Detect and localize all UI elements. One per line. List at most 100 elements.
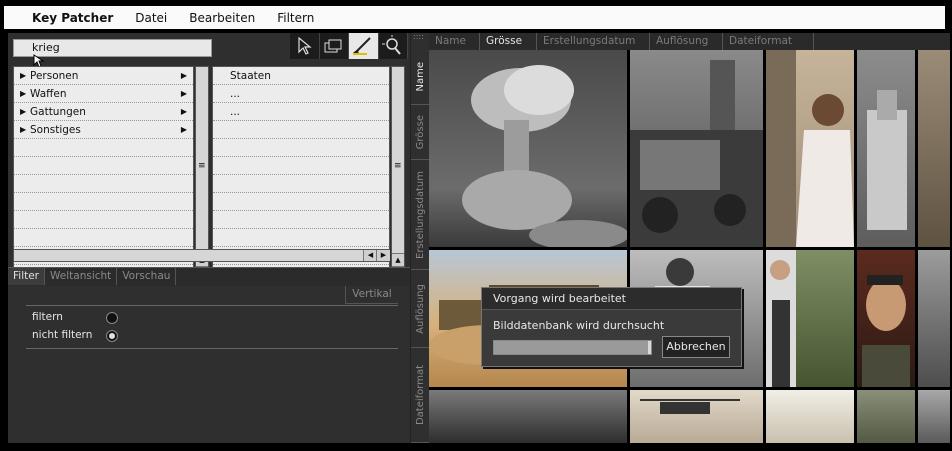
no-filter-radio[interactable] bbox=[106, 330, 118, 342]
image-thumbnail[interactable] bbox=[429, 50, 627, 247]
category-item[interactable]: ▶ Gattungen ▶ bbox=[14, 103, 193, 121]
list-item[interactable]: ... bbox=[213, 103, 389, 121]
side-tab-label: Auflösung bbox=[415, 283, 426, 334]
list-item[interactable]: Staaten bbox=[213, 67, 389, 85]
left-panel: krieg ▶ Personen ▶ ▶ Waffen ▶ ▶ Gattungen ▶ ▶ S… bbox=[8, 33, 410, 443]
image-thumbnail[interactable] bbox=[766, 50, 854, 247]
image-thumbnail[interactable] bbox=[630, 50, 763, 247]
soldiers-ranks-photo bbox=[766, 250, 796, 387]
image-thumbnail[interactable] bbox=[918, 50, 950, 247]
category-label: Sonstiges bbox=[30, 123, 81, 136]
stack-icon bbox=[324, 39, 342, 53]
side-tab-label: Erstellungsdatum bbox=[415, 170, 426, 259]
empty-row bbox=[213, 175, 389, 193]
image-thumbnail[interactable] bbox=[766, 390, 854, 443]
category-item[interactable]: ▶ Personen ▶ bbox=[14, 67, 193, 85]
subcategory-scrollbar[interactable]: ≡ ▲ ▼ bbox=[391, 66, 405, 280]
subcategory-list: Staaten ... ... bbox=[212, 66, 390, 280]
menu-datei[interactable]: Datei bbox=[135, 11, 167, 25]
dialog-title: Vorgang wird bearbeitet bbox=[482, 288, 741, 310]
tab-weltansicht[interactable]: Weltansicht bbox=[45, 268, 118, 285]
jeep-soldiers-photo bbox=[630, 60, 763, 247]
arrow-right-icon: ▶ bbox=[180, 125, 187, 134]
image-thumbnail[interactable] bbox=[630, 390, 763, 443]
expand-triangle-icon: ▶ bbox=[20, 125, 27, 134]
missile-photo bbox=[867, 90, 907, 230]
image-thumbnail[interactable] bbox=[857, 390, 915, 443]
column-name[interactable]: Name bbox=[429, 33, 480, 50]
child-photo bbox=[766, 50, 854, 247]
expand-triangle-icon: ▶ bbox=[20, 107, 27, 116]
menu-bearbeiten[interactable]: Bearbeiten bbox=[189, 11, 255, 25]
side-tab-dateiformat[interactable]: Dateiformat bbox=[411, 348, 430, 443]
category-item[interactable]: ▶ Sonstiges ▶ bbox=[14, 121, 193, 139]
tab-vorschau[interactable]: Vorschau bbox=[117, 268, 177, 285]
progress-fill bbox=[494, 341, 648, 354]
horizontal-scrollbar[interactable]: ◀ ▶ bbox=[13, 249, 390, 262]
expand-triangle-icon: ▶ bbox=[20, 71, 27, 80]
image-thumbnail[interactable] bbox=[766, 250, 854, 387]
no-filter-option-label: nicht filtern bbox=[32, 329, 93, 341]
column-dateiformat[interactable]: Dateiformat bbox=[723, 33, 814, 50]
image-thumbnail[interactable] bbox=[918, 390, 950, 443]
image-thumbnail[interactable] bbox=[857, 50, 915, 247]
side-tab-aufloesung[interactable]: Auflösung bbox=[411, 270, 430, 348]
side-tab-label: Dateiformat bbox=[415, 364, 426, 426]
toolbox bbox=[290, 33, 408, 59]
empty-row bbox=[14, 211, 193, 229]
side-tab-name[interactable]: Name bbox=[411, 50, 430, 105]
app-name: Key Patcher bbox=[32, 10, 114, 25]
progress-bar bbox=[493, 340, 652, 355]
menu-filtern[interactable]: Filtern bbox=[277, 11, 314, 25]
arrow-right-icon: ▶ bbox=[180, 71, 187, 80]
empty-row bbox=[14, 157, 193, 175]
pointer-tool-button[interactable] bbox=[290, 33, 320, 59]
empty-row bbox=[14, 139, 193, 157]
brush-tool-button[interactable] bbox=[349, 33, 379, 59]
orientation-toggle[interactable]: Vertikal bbox=[345, 286, 398, 304]
expand-triangle-icon: ▶ bbox=[20, 89, 27, 98]
filter-radio[interactable] bbox=[106, 312, 118, 324]
filter-options: filtern nicht filtern bbox=[26, 305, 398, 349]
column-erstellungsdatum[interactable]: Erstellungsdatum bbox=[537, 33, 650, 50]
menu-bar: Key Patcher Datei Bearbeiten Filtern bbox=[4, 6, 945, 29]
side-tab-label: Grösse bbox=[415, 114, 426, 150]
empty-row bbox=[213, 139, 389, 157]
category-label: Personen bbox=[30, 69, 79, 82]
category-scrollbar[interactable]: ≡ ▲ ▼ bbox=[195, 66, 209, 280]
scroll-up-button[interactable]: ▲ bbox=[392, 253, 404, 266]
empty-row bbox=[213, 121, 389, 139]
empty-row bbox=[213, 157, 389, 175]
cancel-button[interactable]: Abbrechen bbox=[662, 336, 730, 358]
empty-row bbox=[14, 175, 193, 193]
sort-side-tabs: :::: Name Grösse Erstellungsdatum Auflös… bbox=[410, 33, 430, 443]
zoom-tool-button[interactable] bbox=[379, 33, 408, 59]
category-item[interactable]: ▶ Waffen ▶ bbox=[14, 85, 193, 103]
column-groesse[interactable]: Grösse ▾ bbox=[480, 33, 537, 64]
stack-tool-button[interactable] bbox=[320, 33, 349, 59]
drag-handle-icon: :::: bbox=[413, 32, 424, 41]
scroll-left-button[interactable]: ◀ bbox=[363, 250, 377, 261]
empty-row bbox=[14, 193, 193, 211]
column-aufloesung[interactable]: Auflösung bbox=[650, 33, 723, 50]
side-tab-erstellungsdatum[interactable]: Erstellungsdatum bbox=[411, 160, 430, 270]
category-list: ▶ Personen ▶ ▶ Waffen ▶ ▶ Gattungen ▶ ▶ Sonstig… bbox=[13, 66, 194, 280]
mushroom-cloud-photo bbox=[462, 65, 627, 247]
app-frame: Key Patcher Datei Bearbeiten Filtern kri… bbox=[0, 0, 952, 451]
empty-row bbox=[213, 229, 389, 247]
arrow-right-icon: ▶ bbox=[180, 107, 187, 116]
scroll-right-button[interactable]: ▶ bbox=[376, 250, 390, 261]
empty-row bbox=[213, 193, 389, 211]
list-item[interactable]: ... bbox=[213, 85, 389, 103]
pointer-icon bbox=[298, 37, 312, 55]
image-thumbnail[interactable] bbox=[918, 250, 950, 387]
list-item-label: ... bbox=[230, 87, 241, 100]
zoom-icon bbox=[381, 35, 401, 55]
empty-row bbox=[213, 211, 389, 229]
column-header: Name Grösse ▾ Erstellungsdatum Auflösung… bbox=[429, 33, 950, 64]
image-thumbnail[interactable] bbox=[857, 250, 915, 387]
image-thumbnail[interactable] bbox=[429, 390, 627, 443]
empty-row bbox=[14, 229, 193, 247]
side-tab-groesse[interactable]: Grösse bbox=[411, 105, 430, 160]
tab-filter[interactable]: Filter bbox=[8, 268, 46, 285]
